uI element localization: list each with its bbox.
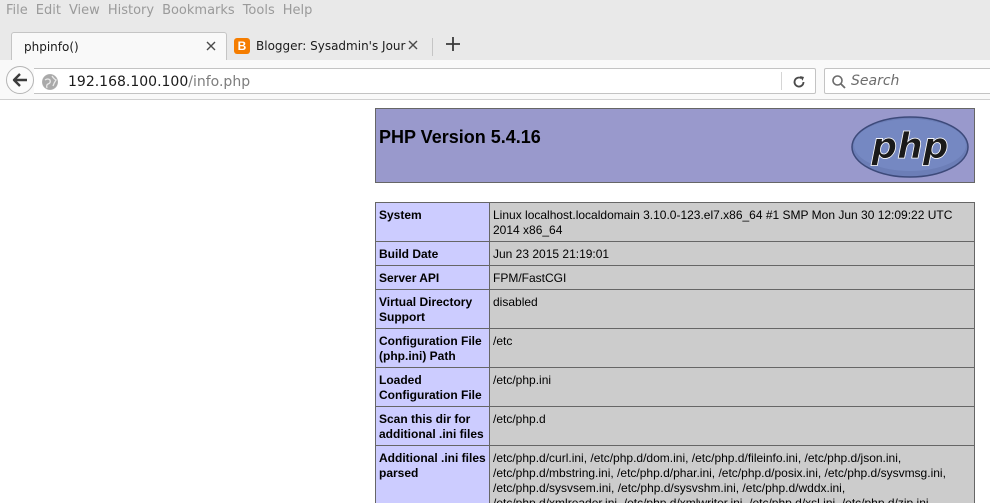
tab-phpinfo[interactable]: phpinfo() bbox=[11, 32, 227, 60]
menu-bookmarks[interactable]: Bookmarks bbox=[160, 3, 241, 18]
row-key: System bbox=[375, 202, 490, 242]
address-bar[interactable]: 192.168.100.100/info.php bbox=[34, 68, 816, 94]
menu-history[interactable]: History bbox=[106, 3, 160, 18]
page-title: PHP Version 5.4.16 bbox=[379, 127, 541, 147]
table-row: Configuration File (php.ini) Path/etc bbox=[375, 328, 975, 368]
menu-bar: File Edit View History Bookmarks Tools H… bbox=[0, 0, 990, 20]
table-row: Server API FPM/FastCGI bbox=[375, 265, 975, 290]
menu-view[interactable]: View bbox=[67, 3, 106, 18]
tab-strip: phpinfo() B Blogger: Sysadmin's Journ... bbox=[0, 20, 990, 60]
row-value: disabled bbox=[489, 289, 975, 329]
row-key: Server API bbox=[375, 265, 490, 290]
tab-title: Blogger: Sysadmin's Journ... bbox=[256, 39, 406, 53]
close-icon[interactable] bbox=[406, 38, 420, 52]
row-key: Scan this dir for additional .ini files bbox=[375, 406, 490, 446]
table-row: System Linux localhost.localdomain 3.10.0… bbox=[375, 202, 975, 242]
search-bar[interactable] bbox=[824, 68, 990, 94]
table-row: Build Date Jun 23 2015 21:19:01 bbox=[375, 241, 975, 266]
php-logo-text: php bbox=[870, 126, 948, 167]
row-key: Configuration File (php.ini) Path bbox=[375, 328, 490, 368]
row-key: Loaded Configuration File bbox=[375, 367, 490, 407]
row-key: Virtual Directory Support bbox=[375, 289, 490, 329]
table-row: Scan this dir for additional .ini files /… bbox=[375, 406, 975, 446]
search-input[interactable] bbox=[851, 72, 989, 90]
tab-divider bbox=[432, 38, 433, 56]
row-value: /etc/php.d bbox=[489, 406, 975, 446]
menu-edit[interactable]: Edit bbox=[34, 3, 67, 18]
url-text[interactable]: 192.168.100.100/info.php bbox=[68, 74, 250, 90]
table-row: Virtual Directory Support disabled bbox=[375, 289, 975, 329]
row-value: Jun 23 2015 21:19:01 bbox=[489, 241, 975, 266]
reload-icon[interactable] bbox=[789, 72, 809, 92]
php-logo: php bbox=[851, 116, 969, 178]
navigation-bar: 192.168.100.100/info.php bbox=[0, 60, 990, 100]
table-row: Additional .ini files parsed/etc/php.d/c… bbox=[375, 445, 975, 503]
tab-blogger[interactable]: B Blogger: Sysadmin's Journ... bbox=[230, 32, 428, 60]
url-host: 192.168.100.100 bbox=[68, 74, 189, 90]
tab-title: phpinfo() bbox=[24, 39, 79, 54]
back-button[interactable] bbox=[6, 66, 34, 94]
page-content: PHP Version 5.4.16 php System Linux local… bbox=[0, 101, 990, 503]
globe-icon bbox=[42, 74, 58, 90]
menu-file[interactable]: File bbox=[4, 3, 34, 18]
blogger-icon: B bbox=[234, 38, 250, 54]
row-key: Additional .ini files parsed bbox=[375, 445, 490, 503]
row-value: /etc bbox=[489, 328, 975, 368]
row-value: /etc/php.ini bbox=[489, 367, 975, 407]
row-key: Build Date bbox=[375, 241, 490, 266]
row-value: Linux localhost.localdomain 3.10.0-123.e… bbox=[489, 202, 975, 242]
arrow-left-icon bbox=[12, 73, 27, 87]
php-info-table: System Linux localhost.localdomain 3.10.0… bbox=[375, 202, 975, 503]
row-value: /etc/php.d/curl.ini, /etc/php.d/dom.ini,… bbox=[489, 445, 975, 503]
row-value: FPM/FastCGI bbox=[489, 265, 975, 290]
menu-tools[interactable]: Tools bbox=[241, 3, 281, 18]
table-row: Loaded Configuration File/etc/php.ini bbox=[375, 367, 975, 407]
new-tab-button[interactable] bbox=[442, 33, 464, 55]
plus-icon bbox=[446, 37, 460, 51]
url-divider bbox=[781, 72, 782, 90]
close-icon[interactable] bbox=[204, 39, 218, 53]
menu-help[interactable]: Help bbox=[281, 3, 319, 18]
url-path: /info.php bbox=[188, 74, 251, 90]
search-icon bbox=[831, 74, 847, 90]
php-header: PHP Version 5.4.16 php bbox=[375, 108, 975, 183]
